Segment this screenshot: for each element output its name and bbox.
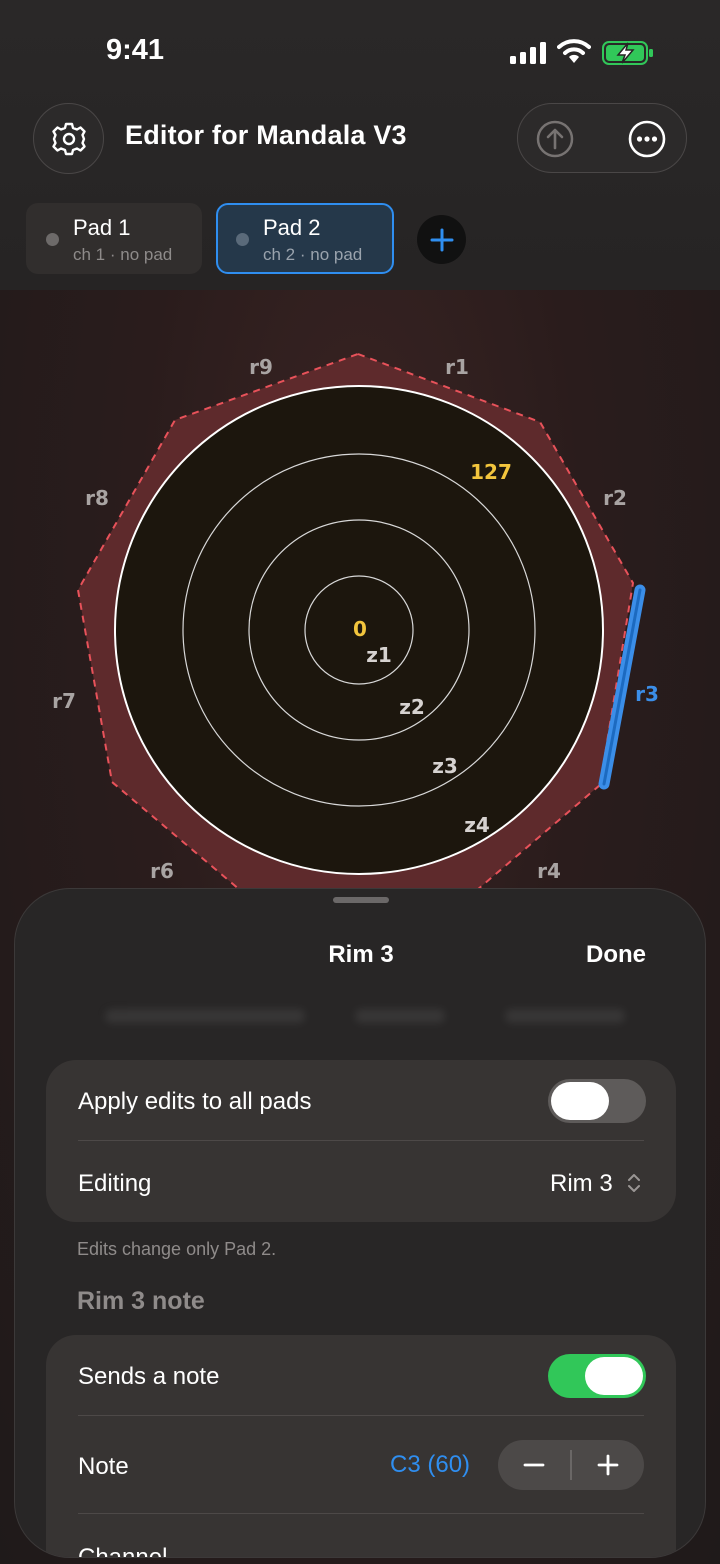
editing-label: Editing	[78, 1170, 152, 1197]
rim-label-r4: r4	[537, 859, 561, 883]
apply-all-label: Apply edits to all pads	[78, 1088, 312, 1115]
rim-label-r6: r6	[150, 859, 174, 883]
blurred-background-row	[85, 1001, 645, 1031]
add-pad-button[interactable]	[417, 215, 466, 264]
sends-note-label: Sends a note	[78, 1363, 220, 1390]
note-value[interactable]: C3 (60)	[390, 1451, 470, 1479]
rim-label-r9: r9	[249, 355, 273, 379]
zone-label-z4: z4	[464, 813, 490, 837]
status-bar: 9:41	[0, 0, 720, 100]
minus-icon	[523, 1463, 545, 1467]
apply-all-toggle[interactable]	[548, 1079, 646, 1123]
pad-tab-name: Pad 1	[73, 215, 131, 240]
pad-tab-1[interactable]: Pad 1 ch 1 · no pad	[26, 203, 202, 274]
sends-note-toggle[interactable]	[548, 1354, 646, 1398]
drum-pad-diagram: r1 r2 r3 r4 r6 r7 r8 r9 z1 z2 z3 z4 0 12…	[52, 352, 659, 891]
note-stepper	[498, 1440, 644, 1490]
section-header: Rim 3 note	[77, 1287, 205, 1315]
divider	[78, 1513, 644, 1514]
footnote: Edits change only Pad 2.	[77, 1239, 277, 1259]
page-title: Editor for Mandala V3	[125, 120, 407, 150]
battery-charging-icon	[602, 41, 653, 65]
rim-label-r7: r7	[52, 689, 76, 713]
channel-label: Channel	[78, 1544, 168, 1558]
rim-label-r3: r3	[635, 682, 659, 706]
wifi-icon	[557, 39, 591, 63]
gear-icon	[51, 122, 86, 155]
increment-button[interactable]	[572, 1440, 644, 1490]
upload-button[interactable]	[534, 118, 576, 160]
velocity-max-label: 127	[470, 460, 512, 484]
status-time: 9:41	[106, 34, 165, 66]
toggle-knob	[585, 1357, 643, 1395]
rim-label-r8: r8	[85, 486, 109, 510]
decrement-button[interactable]	[498, 1440, 570, 1490]
pad-status-dot	[46, 233, 59, 246]
divider	[78, 1140, 644, 1141]
editing-picker[interactable]: Rim 3	[550, 1170, 613, 1198]
toggle-knob	[551, 1082, 609, 1120]
settings-button[interactable]	[33, 103, 104, 174]
plus-icon	[430, 228, 453, 251]
zone-label-z3: z3	[432, 754, 458, 778]
plus-icon	[597, 1454, 619, 1476]
pad-tab-subtitle: ch 2 · no pad	[263, 245, 363, 264]
zone-label-z1: z1	[366, 643, 392, 667]
cellular-signal-icon	[510, 42, 546, 64]
more-options-button[interactable]	[626, 118, 668, 160]
rim-editor-sheet: Rim 3 Done Apply edits to all pads Editi…	[14, 888, 706, 1558]
pad-status-dot	[236, 233, 249, 246]
done-button[interactable]: Done	[586, 941, 646, 969]
velocity-min-label: 0	[353, 617, 367, 641]
pad-tab-name: Pad 2	[263, 215, 321, 240]
zone-label-z2: z2	[399, 695, 425, 719]
divider	[78, 1415, 644, 1416]
rim-label-r2: r2	[603, 486, 627, 510]
chevron-up-down-icon	[628, 1174, 640, 1192]
note-label: Note	[78, 1453, 129, 1480]
sheet-grabber[interactable]	[333, 897, 389, 903]
pad-tab-subtitle: ch 1 · no pad	[73, 245, 173, 264]
pad-tab-2[interactable]: Pad 2 ch 2 · no pad	[216, 203, 394, 274]
rim-label-r1: r1	[445, 355, 469, 379]
header-actions	[517, 103, 687, 173]
apply-settings-group: Apply edits to all pads Editing Rim 3	[46, 1060, 676, 1222]
